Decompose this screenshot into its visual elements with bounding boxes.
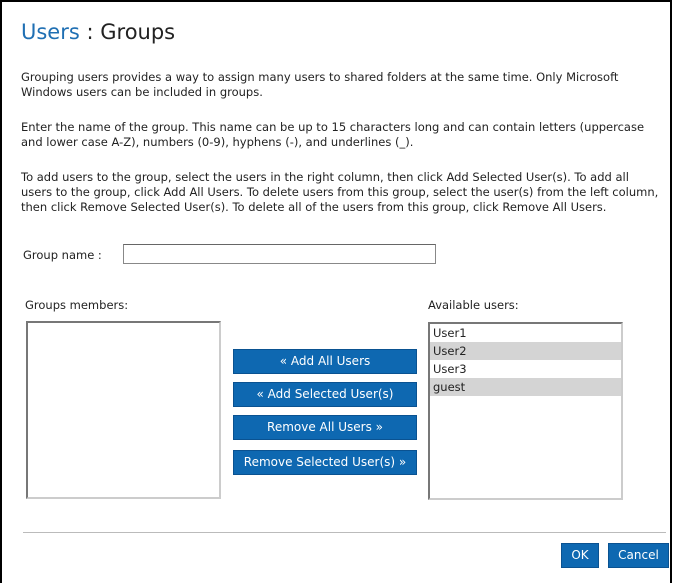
breadcrumb-users-link[interactable]: Users xyxy=(21,20,80,44)
list-item[interactable]: User3 xyxy=(430,360,621,378)
cancel-button[interactable]: Cancel xyxy=(608,543,669,568)
add-all-users-button[interactable]: « Add All Users xyxy=(233,349,417,374)
breadcrumb-separator: : xyxy=(79,20,101,44)
name-rules-text: Enter the name of the group. This name c… xyxy=(21,120,645,149)
remove-all-users-button[interactable]: Remove All Users » xyxy=(233,415,417,440)
footer-divider xyxy=(23,532,666,534)
group-name-input[interactable] xyxy=(123,244,436,264)
groups-page: Users : Groups Grouping users provides a… xyxy=(0,0,672,583)
group-members-label: Groups members: xyxy=(25,298,129,312)
intro-text: Grouping users provides a way to assign … xyxy=(21,70,619,99)
available-users-list[interactable]: User1 User2 User3 guest xyxy=(428,322,623,500)
available-users-label: Available users: xyxy=(428,298,519,312)
list-item[interactable]: User2 xyxy=(430,342,621,360)
list-item[interactable]: User1 xyxy=(430,324,621,342)
page-title: Users : Groups xyxy=(21,20,175,44)
add-selected-users-button[interactable]: « Add Selected User(s) xyxy=(233,382,417,407)
membership-help-text: To add users to the group, select the us… xyxy=(21,170,659,214)
group-name-label: Group name : xyxy=(23,248,102,262)
ok-button[interactable]: OK xyxy=(561,543,599,568)
breadcrumb-current: Groups xyxy=(100,20,176,44)
group-members-list[interactable] xyxy=(26,321,221,499)
list-item[interactable]: guest xyxy=(430,378,621,396)
remove-selected-users-button[interactable]: Remove Selected User(s) » xyxy=(233,450,417,475)
